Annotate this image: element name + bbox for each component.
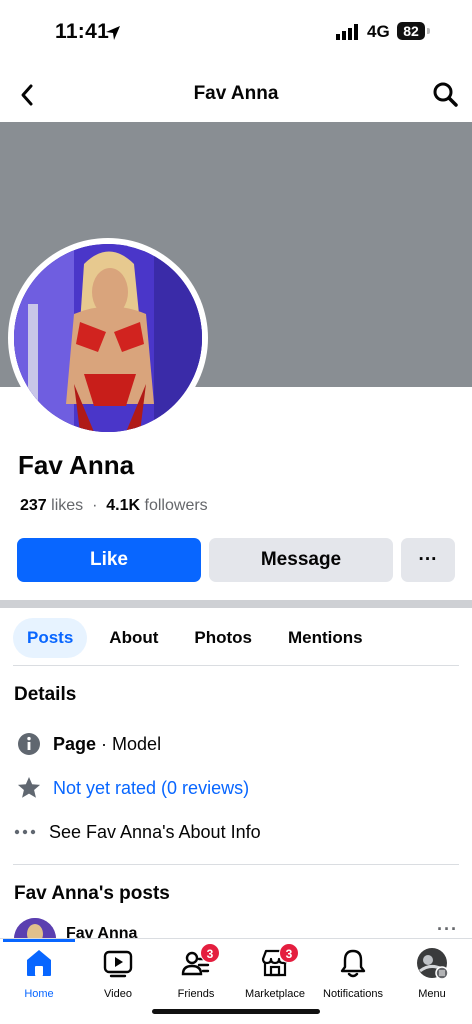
home-icon [23, 947, 55, 979]
star-icon [14, 773, 44, 803]
video-icon [102, 947, 134, 979]
like-button[interactable]: Like [17, 538, 201, 582]
posts-section-title: Fav Anna's posts [14, 883, 170, 904]
likes-label: likes [51, 497, 84, 514]
profile-tabs: Posts About Photos Mentions [13, 618, 385, 658]
likes-count: 237 [20, 497, 47, 514]
nav-menu-label: Menu [418, 988, 446, 1000]
home-indicator [152, 1009, 320, 1014]
search-icon[interactable] [430, 79, 460, 109]
page-header: Fav Anna [0, 70, 472, 120]
post-more-button[interactable]: ··· [437, 919, 458, 940]
stats-separator: · [92, 497, 98, 514]
battery-tip [427, 28, 430, 34]
info-icon [14, 729, 44, 759]
page-title: Fav Anna [193, 83, 279, 104]
more-options-button[interactable]: ··· [401, 538, 455, 582]
battery-icon: 82 [397, 22, 425, 40]
menu-avatar-icon [416, 947, 449, 980]
detail-about-row[interactable]: See Fav Anna's About Info [14, 817, 261, 847]
network-type: 4G [367, 22, 390, 41]
profile-name: Fav Anna [18, 450, 135, 480]
section-divider [0, 600, 472, 608]
marketplace-icon: 3 [259, 943, 299, 979]
nav-menu[interactable]: Menu [385, 947, 472, 1000]
location-arrow-icon [106, 26, 120, 40]
divider [13, 864, 459, 865]
detail-rating-row[interactable]: Not yet rated (0 reviews) [14, 773, 249, 803]
divider [13, 665, 459, 666]
detail-category-row: Page · Model [14, 729, 161, 759]
bell-icon [337, 947, 369, 979]
tab-about[interactable]: About [95, 618, 172, 658]
status-time: 11:41 [55, 20, 110, 43]
rating-link[interactable]: Not yet rated (0 reviews) [53, 778, 249, 799]
message-button[interactable]: Message [209, 538, 393, 582]
ellipsis-icon [14, 817, 40, 847]
tab-posts[interactable]: Posts [13, 618, 88, 658]
status-bar: 11:41 4G 82 [0, 0, 472, 64]
profile-avatar[interactable] [14, 244, 202, 432]
details-title: Details [14, 684, 77, 705]
followers-label: followers [144, 497, 208, 514]
marketplace-badge: 3 [279, 943, 299, 963]
tab-photos[interactable]: Photos [180, 618, 266, 658]
friends-badge: 3 [200, 943, 220, 963]
about-info-link[interactable]: See Fav Anna's About Info [49, 822, 261, 843]
category-value: · Model [101, 733, 162, 754]
friends-icon: 3 [180, 943, 220, 979]
category-label: Page [53, 733, 97, 754]
active-tab-indicator [3, 939, 75, 942]
followers-count: 4.1K [106, 497, 141, 514]
tab-mentions[interactable]: Mentions [274, 618, 377, 658]
signal-icon [336, 24, 358, 40]
profile-stats: 237 likes · 4.1K followers [20, 497, 208, 515]
back-arrow-icon[interactable] [14, 81, 42, 109]
